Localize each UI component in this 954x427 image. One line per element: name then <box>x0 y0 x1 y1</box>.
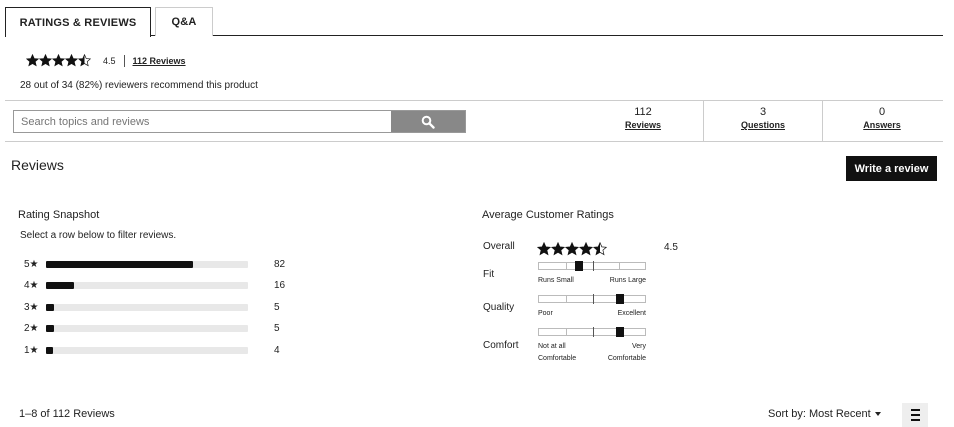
star-icon <box>78 54 91 67</box>
rating-stars <box>26 54 91 67</box>
stat-answers-label[interactable]: Answers <box>822 120 942 130</box>
quality-label: Quality <box>483 302 515 313</box>
star-icon <box>65 54 78 67</box>
slider-thumb <box>575 261 584 271</box>
search-button[interactable] <box>391 111 465 132</box>
slider-tick <box>618 263 620 269</box>
snapshot-row-count: 16 <box>274 279 286 291</box>
fit-slider <box>538 261 646 271</box>
menu-icon <box>910 409 920 411</box>
snapshot-row[interactable]: 5★ 82 <box>24 257 294 271</box>
quality-left-label: Poor <box>538 310 553 317</box>
snapshot-row[interactable]: 4★ 16 <box>24 278 294 292</box>
stat-questions-value: 3 <box>759 106 767 118</box>
review-count-range: 1–8 of 112 Reviews <box>19 408 115 420</box>
stat-reviews-label[interactable]: Reviews <box>583 120 703 130</box>
average-ratings-title: Average Customer Ratings <box>482 209 614 221</box>
snapshot-bar <box>46 303 248 311</box>
overall-stars <box>537 242 607 256</box>
divider <box>5 100 943 101</box>
overall-value: 4.5 <box>664 242 678 253</box>
snapshot-row[interactable]: 1★ 4 <box>24 343 294 357</box>
snapshot-row-count: 82 <box>274 258 286 270</box>
sort-label: Sort by: <box>768 408 806 420</box>
fit-right-label: Runs Large <box>609 277 646 284</box>
star-icon <box>565 242 579 256</box>
stat-answers-value: 0 <box>878 106 886 118</box>
stat-answers[interactable]: 0 Answers <box>822 106 942 130</box>
snapshot-row-label: 5★ <box>24 258 39 270</box>
comfort-label: Comfort <box>483 340 519 351</box>
star-icon <box>593 242 607 256</box>
slider-midpoint <box>593 261 594 271</box>
snapshot-row[interactable]: 2★ 5 <box>24 321 294 335</box>
reviews-heading: Reviews <box>11 157 64 173</box>
fit-label: Fit <box>483 269 495 280</box>
snapshot-bar-fill <box>46 346 54 354</box>
snapshot-row-label: 4★ <box>24 279 39 291</box>
write-review-button[interactable]: Write a review <box>846 156 937 181</box>
snapshot-row-count: 5 <box>274 301 280 313</box>
snapshot-bar-fill <box>46 260 194 268</box>
snapshot-row-label: 1★ <box>24 344 39 356</box>
slider-midpoint <box>593 294 594 304</box>
sort-value: Most Recent <box>808 408 871 420</box>
filter-menu-button[interactable] <box>902 403 928 427</box>
snapshot-bar-fill <box>46 303 55 311</box>
snapshot-subtitle: Select a row below to filter reviews. <box>20 230 177 241</box>
slider-midpoint <box>593 327 594 337</box>
quality-right-label: Excellent <box>617 310 646 317</box>
slider-thumb <box>615 327 624 337</box>
stat-reviews[interactable]: 112 Reviews <box>583 106 703 130</box>
recommend-text: 28 out of 34 (82%) reviewers recommend t… <box>20 80 258 91</box>
fit-left-label: Runs Small <box>538 277 574 284</box>
snapshot-bar <box>46 281 248 289</box>
slider-thumb <box>615 294 624 304</box>
comfort-left-label: Not at all Comfortable <box>538 343 577 362</box>
search-input[interactable] <box>14 111 391 132</box>
reviews-count-link[interactable]: 112 Reviews <box>133 56 186 66</box>
search-bar <box>13 110 466 133</box>
search-icon <box>421 115 435 129</box>
tab-bar: RATINGS & REVIEWS Q&A <box>5 7 943 37</box>
divider <box>5 141 943 142</box>
snapshot-row-count: 4 <box>274 344 280 356</box>
star-icon <box>551 242 565 256</box>
star-icon <box>579 242 593 256</box>
snapshot-bar <box>46 260 248 268</box>
snapshot-bar-fill <box>46 281 75 289</box>
comfort-slider <box>538 327 646 337</box>
quality-slider <box>538 294 646 304</box>
rating-value: 4.5 <box>103 55 116 66</box>
comfort-right-label: Very Comfortable <box>607 343 646 362</box>
slider-tick <box>565 329 567 335</box>
stat-reviews-value: 112 <box>634 106 652 118</box>
star-icon <box>39 54 52 67</box>
snapshot-row-label: 2★ <box>24 322 39 334</box>
snapshot-bar <box>46 324 248 332</box>
snapshot-bar <box>46 346 248 354</box>
snapshot-row-count: 5 <box>274 322 280 334</box>
chevron-down-icon <box>874 412 881 417</box>
stat-questions[interactable]: 3 Questions <box>703 106 823 130</box>
divider <box>123 54 125 67</box>
tab-ratings-reviews[interactable]: RATINGS & REVIEWS <box>5 7 151 37</box>
slider-tick <box>565 263 567 269</box>
sort-dropdown[interactable]: Sort by: Most Recent <box>768 408 881 420</box>
snapshot-title: Rating Snapshot <box>18 209 100 221</box>
snapshot-bar-fill <box>46 324 55 332</box>
star-icon <box>537 242 551 256</box>
tab-qa[interactable]: Q&A <box>155 7 213 36</box>
stat-questions-label[interactable]: Questions <box>703 120 823 130</box>
star-icon <box>52 54 65 67</box>
star-icon <box>26 54 39 67</box>
snapshot-row[interactable]: 3★ 5 <box>24 300 294 314</box>
overall-label: Overall <box>483 241 515 252</box>
rating-summary: 4.5 112 Reviews <box>26 54 186 67</box>
snapshot-row-label: 3★ <box>24 301 39 313</box>
slider-tick <box>565 296 567 302</box>
